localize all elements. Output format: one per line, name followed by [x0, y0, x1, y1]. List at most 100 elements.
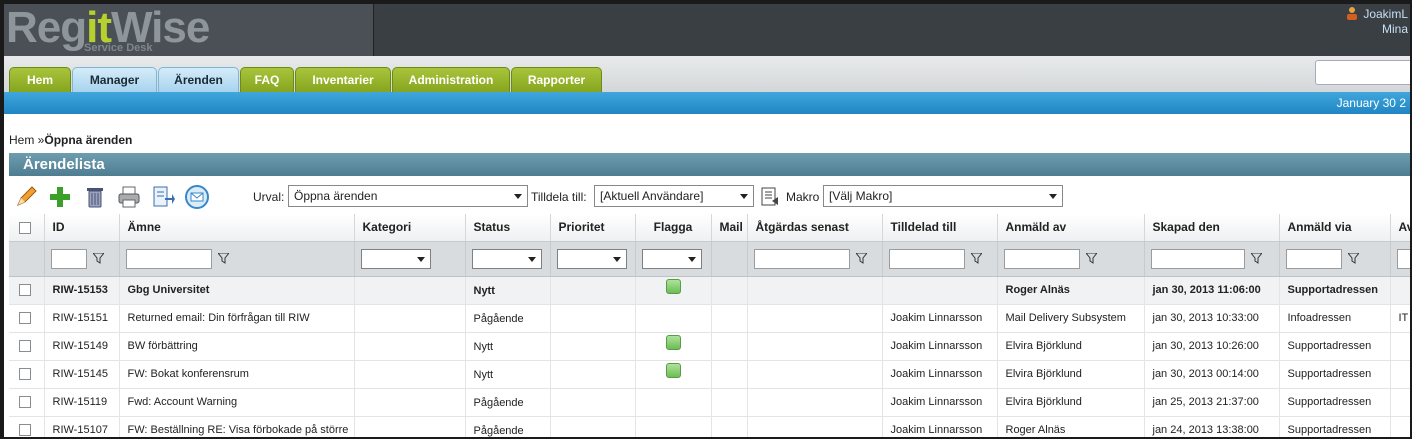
- filter-status: [465, 241, 551, 277]
- tab-faq[interactable]: FAQ: [240, 67, 294, 92]
- col-skapad[interactable]: Skapad den: [1144, 214, 1280, 242]
- cell-av: [1390, 388, 1410, 417]
- col-prioritet[interactable]: Prioritet: [550, 214, 636, 242]
- filter-kategori: [354, 241, 466, 277]
- anmald-av-filter-input[interactable]: [1003, 248, 1080, 269]
- row-checkbox[interactable]: [19, 340, 31, 353]
- row-checkbox[interactable]: [19, 368, 31, 381]
- kategori-filter-select[interactable]: [360, 248, 431, 269]
- list-title: Ärendelista: [9, 153, 1410, 176]
- tab-inventarier[interactable]: Inventarier: [295, 67, 391, 92]
- cell-atgardas: [747, 360, 883, 389]
- tab-rapporter[interactable]: Rapporter: [511, 67, 602, 92]
- cell-mail: [711, 416, 748, 437]
- row-checkbox[interactable]: [19, 396, 31, 409]
- breadcrumb-home[interactable]: Hem: [9, 133, 34, 147]
- col-kategori[interactable]: Kategori: [354, 214, 466, 242]
- atgardas-filter-input[interactable]: [753, 248, 850, 269]
- table-row[interactable]: RIW-15119 Fwd: Account Warning Pågående Joa…: [9, 388, 1410, 417]
- cell-assigned: Joakim Linnarsson: [882, 332, 998, 361]
- search-input[interactable]: [1315, 60, 1410, 85]
- breadcrumb-sep: »: [34, 133, 45, 147]
- filter-icon[interactable]: [217, 253, 229, 264]
- col-av[interactable]: Av: [1390, 214, 1410, 242]
- select-all-checkbox[interactable]: [19, 222, 31, 235]
- cell-kategori: [354, 388, 466, 417]
- col-flagga[interactable]: Flagga: [635, 214, 712, 242]
- flag-icon[interactable]: [665, 334, 681, 350]
- row-checkbox[interactable]: [19, 284, 31, 297]
- table-row[interactable]: RIW-15151 Returned email: Din förfrågan t…: [9, 304, 1410, 333]
- cell-atgardas: [747, 388, 883, 417]
- row-checkbox-cell: [9, 388, 45, 417]
- row-checkbox-cell: [9, 360, 45, 389]
- table-row[interactable]: RIW-15153 Gbg Universitet Nytt Roger Alnäs j…: [9, 276, 1410, 305]
- filter-tilldelad: [882, 241, 998, 277]
- status-text: Nytt: [473, 284, 495, 297]
- tab-manager[interactable]: Manager: [72, 67, 157, 92]
- anmald-via-filter-input[interactable]: [1285, 248, 1342, 269]
- flagga-filter-select[interactable]: [641, 248, 702, 269]
- cell-kategori: [354, 304, 466, 333]
- col-amne[interactable]: Ämne: [119, 214, 355, 242]
- filter-flagga: [635, 241, 712, 277]
- col-anmald-av[interactable]: Anmäld av: [997, 214, 1145, 242]
- filter-icon[interactable]: [92, 253, 104, 264]
- cell-via: Supportadressen: [1279, 416, 1391, 437]
- status-text: Nytt: [473, 368, 494, 381]
- col-mail[interactable]: Mail: [711, 214, 748, 242]
- urval-select[interactable]: Öppna ärenden: [288, 185, 528, 207]
- tilldela-label: Tilldela till:: [531, 190, 587, 204]
- filter-anmald-av: [997, 241, 1145, 277]
- cell-reporter: Roger Alnäs: [997, 416, 1145, 437]
- table-row[interactable]: RIW-15149 BW förbättring Nytt Joakim Linnar…: [9, 332, 1410, 361]
- export-icon[interactable]: [150, 184, 176, 210]
- flag-icon[interactable]: [665, 278, 681, 294]
- av-filter-input[interactable]: [1396, 248, 1410, 269]
- cell-atgardas: [747, 304, 883, 333]
- cell-via: Infoadressen: [1279, 304, 1391, 333]
- mina-link[interactable]: Mina: [1382, 22, 1408, 36]
- add-icon[interactable]: [47, 184, 73, 210]
- tab-arenden[interactable]: Ärenden: [158, 67, 239, 92]
- col-anmald-via[interactable]: Anmäld via: [1279, 214, 1391, 242]
- tilldela-select[interactable]: [Aktuell Användare]: [594, 185, 754, 207]
- cell-kategori: [354, 332, 466, 361]
- cell-prioritet: [550, 416, 636, 437]
- filter-atgardas: [747, 241, 883, 277]
- tab-administration[interactable]: Administration: [392, 67, 510, 92]
- skapad-filter-input[interactable]: [1150, 248, 1245, 269]
- row-checkbox[interactable]: [19, 424, 31, 437]
- cell-mail: [711, 388, 748, 417]
- col-id[interactable]: ID: [44, 214, 120, 242]
- status-filter-select[interactable]: [471, 248, 542, 269]
- pencil-icon[interactable]: [13, 184, 39, 210]
- prioritet-filter-select[interactable]: [556, 248, 627, 269]
- filter-icon[interactable]: [1250, 253, 1262, 264]
- print-icon[interactable]: [116, 184, 142, 210]
- subject-filter-input[interactable]: [125, 248, 212, 269]
- macro-icon[interactable]: [759, 186, 781, 208]
- col-status[interactable]: Status: [465, 214, 551, 242]
- makro-select[interactable]: [Välj Makro]: [823, 185, 1063, 207]
- cell-mail: [711, 360, 748, 389]
- user-name[interactable]: JoakimL: [1363, 7, 1408, 21]
- row-checkbox[interactable]: [19, 312, 31, 325]
- tilldelad-filter-input[interactable]: [888, 248, 965, 269]
- tab-hem[interactable]: Hem: [9, 67, 71, 92]
- col-tilldelad[interactable]: Tilldelad till: [882, 214, 998, 242]
- id-filter-input[interactable]: [50, 248, 87, 269]
- filter-icon[interactable]: [1085, 253, 1097, 264]
- trash-icon[interactable]: [82, 184, 108, 210]
- email-icon[interactable]: [184, 184, 210, 210]
- flag-icon[interactable]: [665, 362, 681, 378]
- filter-icon[interactable]: [970, 253, 982, 264]
- cell-assigned: [882, 276, 998, 305]
- cell-prioritet: [550, 276, 636, 305]
- table-row[interactable]: RIW-15107 FW: Beställning RE: Visa förbok…: [9, 416, 1410, 437]
- col-atgardas[interactable]: Åtgärdas senast: [747, 214, 883, 242]
- table-row[interactable]: RIW-15145 FW: Bokat konferensrum Nytt Joaki…: [9, 360, 1410, 389]
- cell-kategori: [354, 276, 466, 305]
- filter-icon[interactable]: [1347, 253, 1359, 264]
- filter-icon[interactable]: [855, 253, 867, 264]
